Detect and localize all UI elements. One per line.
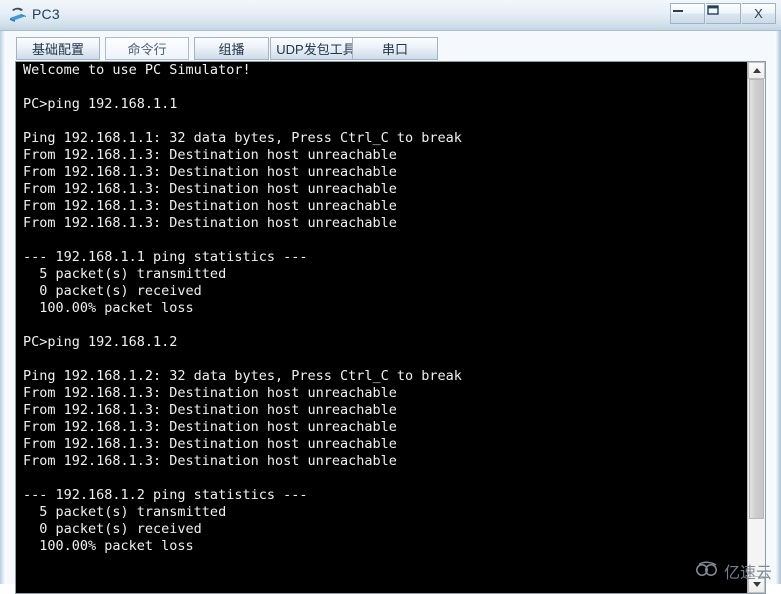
tab-label: UDP发包工具 — [276, 42, 356, 57]
tab-strip: 基础配置 命令行 组播 UDP发包工具 串口 — [6, 34, 775, 61]
scroll-down-button[interactable] — [748, 576, 765, 593]
tab-label: 命令行 — [127, 42, 167, 57]
terminal-text: Welcome to use PC Simulator! PC>ping 192… — [23, 62, 462, 554]
chevron-up-icon — [752, 68, 761, 73]
scroll-up-button[interactable] — [748, 62, 765, 79]
terminal-panel: Welcome to use PC Simulator! PC>ping 192… — [15, 61, 766, 594]
pc-monitor-icon — [8, 5, 28, 25]
window-frame-right — [775, 0, 781, 584]
close-button[interactable]: X — [742, 3, 776, 24]
terminal-scrollbar[interactable] — [747, 62, 765, 593]
window-titlebar[interactable]: PC3 X — [0, 0, 781, 31]
pc3-window: PC3 X 基础配置 命令行 组播 UDP发包工具 串口 Welcome to u — [0, 0, 781, 594]
scrollbar-thumb[interactable] — [749, 79, 764, 519]
scrollbar-track[interactable] — [748, 79, 765, 576]
chevron-down-icon — [752, 582, 761, 587]
window-client-area: 基础配置 命令行 组播 UDP发包工具 串口 Welcome to use PC Sim… — [6, 31, 775, 594]
tab-basic-config[interactable]: 基础配置 — [16, 37, 100, 60]
minimize-icon — [671, 4, 704, 23]
tab-udp-tool[interactable]: UDP发包工具 — [270, 37, 362, 60]
tab-label: 串口 — [381, 42, 408, 57]
tab-serial-port[interactable]: 串口 — [352, 37, 438, 60]
terminal-output-area[interactable]: Welcome to use PC Simulator! PC>ping 192… — [16, 62, 747, 593]
maximize-button[interactable] — [706, 3, 741, 24]
tab-command-line[interactable]: 命令行 — [105, 37, 189, 60]
tab-multicast[interactable]: 组播 — [194, 37, 269, 60]
tab-label: 组播 — [218, 42, 245, 57]
minimize-button[interactable] — [670, 3, 705, 24]
maximize-icon — [706, 4, 740, 23]
close-icon: X — [754, 6, 763, 21]
tab-label: 基础配置 — [31, 42, 84, 57]
window-title: PC3 — [32, 6, 60, 22]
